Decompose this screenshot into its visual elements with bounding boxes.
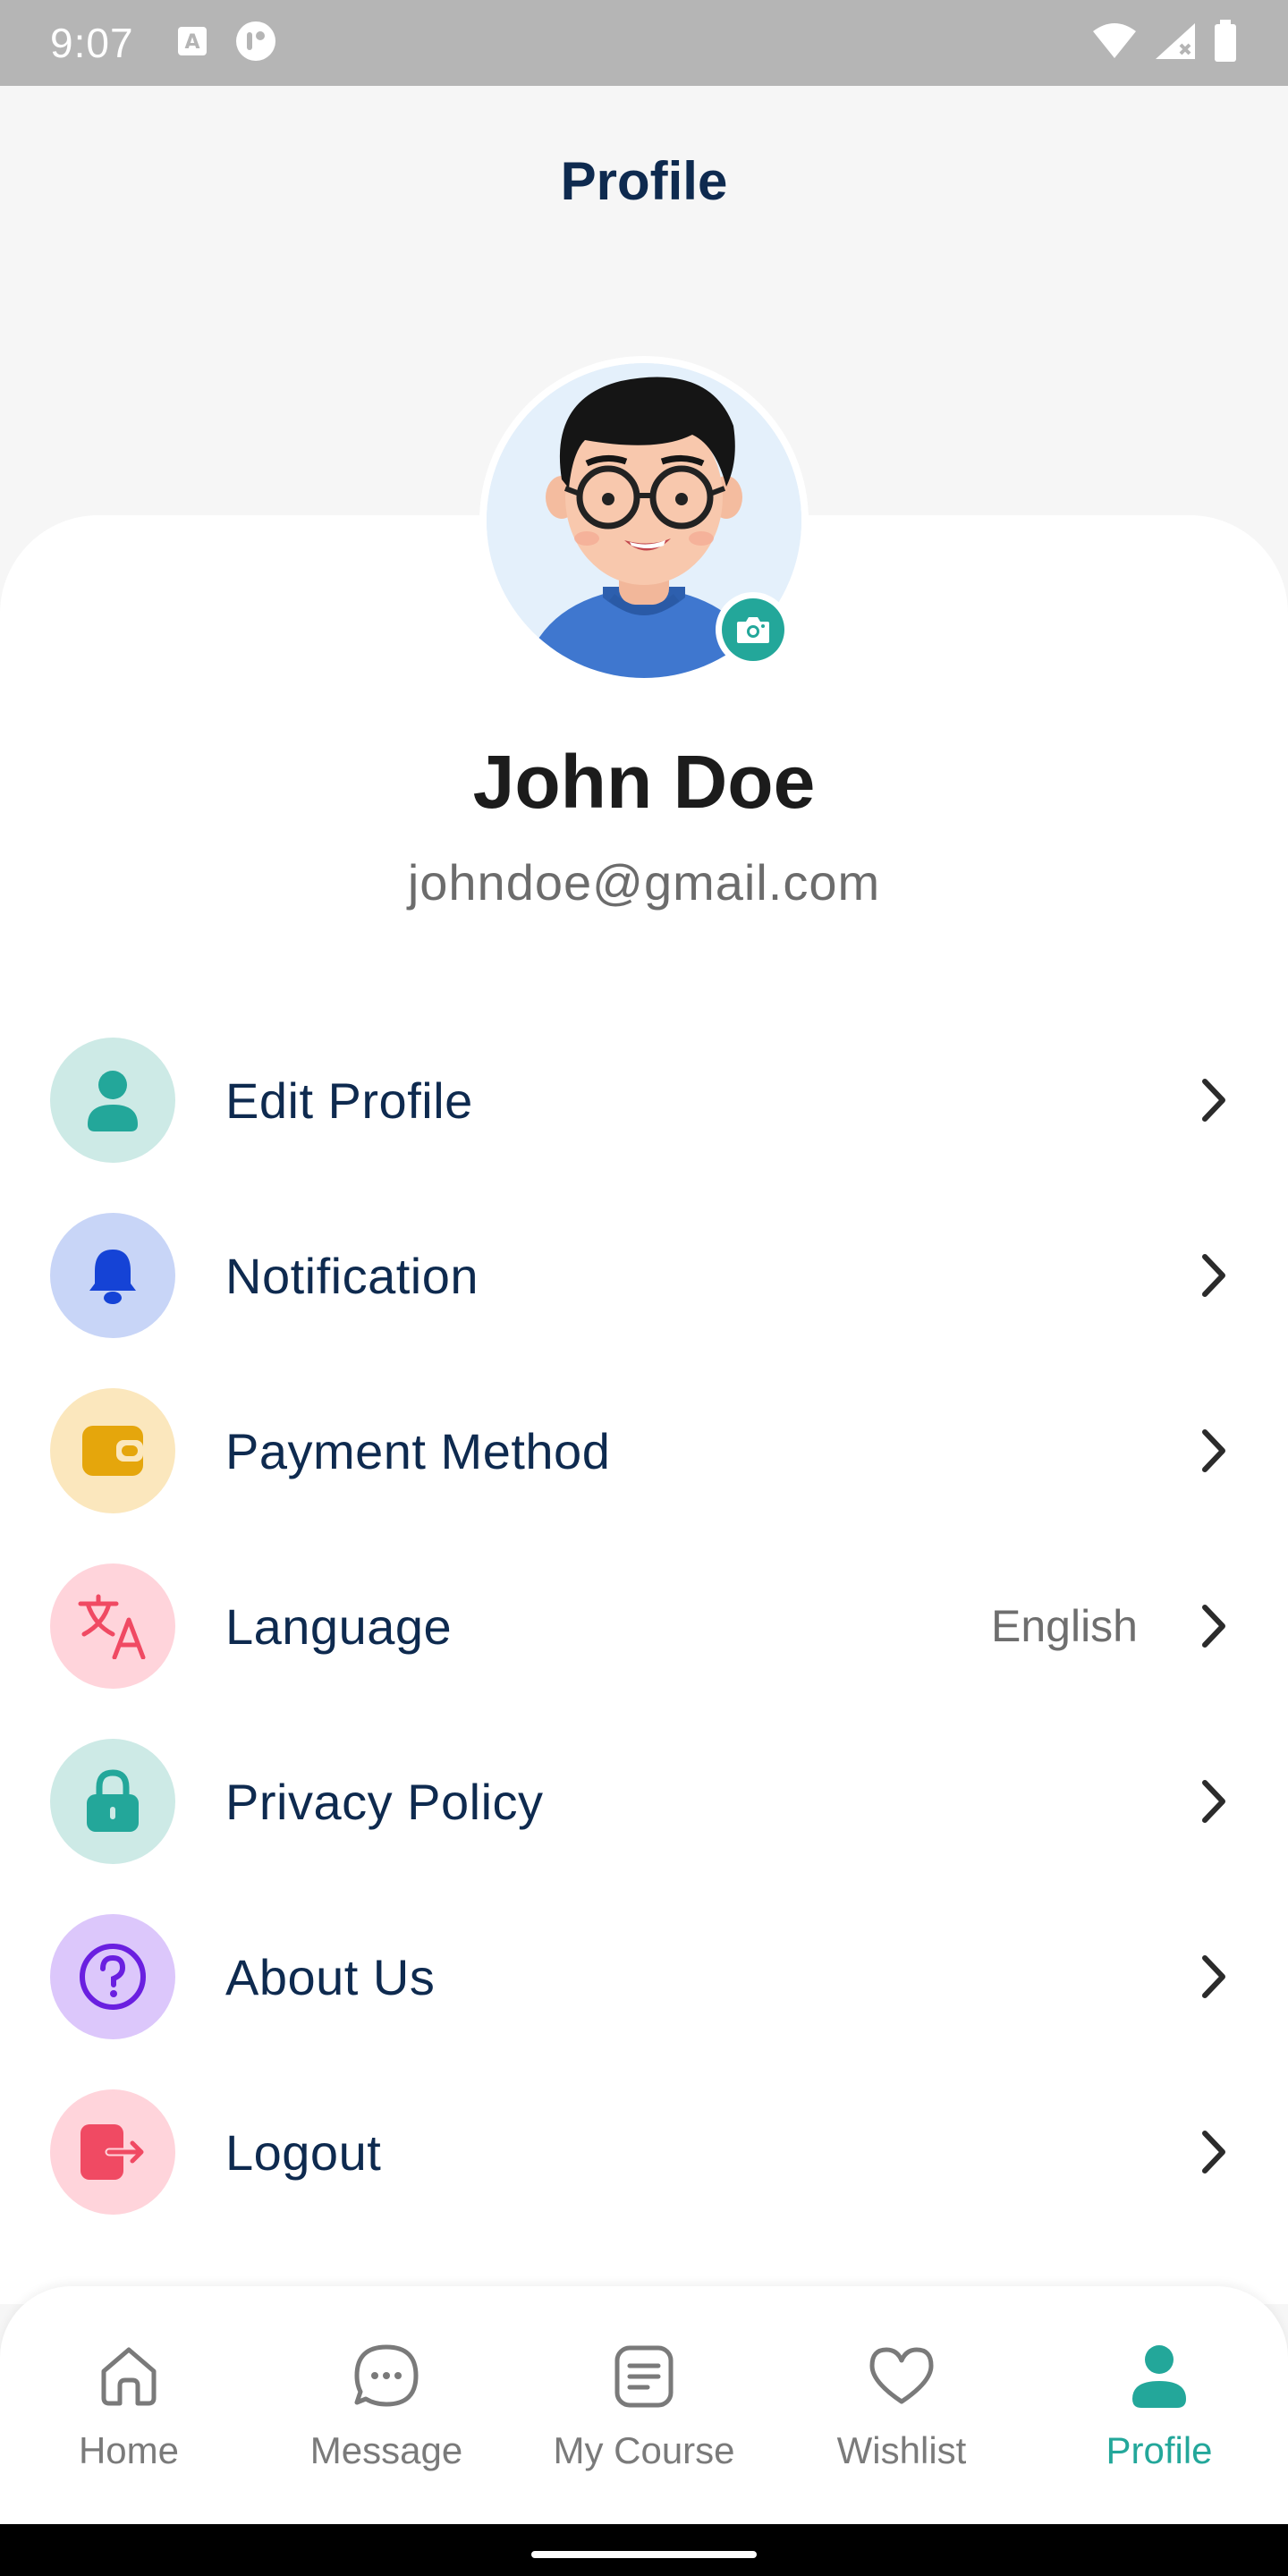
nav-message[interactable]: Message [258, 2340, 515, 2524]
nav-my-course[interactable]: My Course [515, 2340, 773, 2524]
change-photo-button[interactable] [716, 592, 791, 667]
menu-item-label: Privacy Policy [225, 1773, 544, 1830]
a-icon: A [177, 26, 208, 61]
message-icon [353, 2340, 419, 2413]
language-value: English [991, 1601, 1138, 1651]
battery-icon [1213, 19, 1238, 67]
nav-label: Profile [1106, 2429, 1213, 2471]
user-email: johndoe@gmail.com [407, 854, 881, 911]
nav-label: Home [78, 2429, 180, 2471]
heart-icon [869, 2340, 935, 2413]
bottom-nav: Home Message My Course Wishlist Profile [0, 2286, 1288, 2524]
menu-item-label: Notification [225, 1247, 479, 1304]
menu-item-logout[interactable]: Logout [0, 2064, 1288, 2240]
help-icon [50, 1914, 175, 2039]
menu-item-edit-profile[interactable]: Edit Profile [0, 1013, 1288, 1188]
status-time: 9:07 [50, 20, 134, 66]
nav-label: Message [309, 2429, 463, 2471]
course-icon [614, 2340, 674, 2413]
person-icon [50, 1038, 175, 1163]
menu-item-label: Edit Profile [225, 1072, 473, 1129]
wifi-icon [1091, 22, 1138, 64]
wallet-icon [50, 1388, 175, 1513]
logout-icon [50, 2089, 175, 2215]
system-navigation-bar [0, 2524, 1288, 2576]
chevron-right-icon [1191, 1950, 1234, 2004]
nav-wishlist[interactable]: Wishlist [773, 2340, 1030, 2524]
chevron-right-icon [1191, 1599, 1234, 1653]
settings-menu: Edit Profile Notification Payment Method… [0, 1013, 1288, 2240]
chevron-right-icon [1191, 1424, 1234, 1478]
nav-home[interactable]: Home [0, 2340, 258, 2524]
page-title: Profile [560, 151, 728, 211]
cast-icon [234, 20, 277, 67]
home-indicator[interactable] [531, 2551, 757, 2558]
menu-item-notification[interactable]: Notification [0, 1188, 1288, 1363]
svg-text:A: A [184, 31, 199, 54]
nav-label: My Course [553, 2429, 735, 2471]
profile-icon [1131, 2340, 1188, 2413]
translate-icon [50, 1563, 175, 1689]
chevron-right-icon [1191, 1249, 1234, 1302]
camera-icon [722, 598, 784, 661]
menu-item-label: About Us [225, 1948, 436, 2005]
bell-icon [50, 1213, 175, 1338]
chevron-right-icon [1191, 1775, 1234, 1828]
signal-icon [1154, 21, 1197, 65]
menu-item-language[interactable]: Language English [0, 1538, 1288, 1714]
chevron-right-icon [1191, 1073, 1234, 1127]
status-bar: 9:07 A [0, 0, 1288, 86]
menu-item-label: Payment Method [225, 1422, 611, 1479]
home-icon [97, 2340, 161, 2413]
chevron-right-icon [1191, 2125, 1234, 2179]
lock-icon [50, 1739, 175, 1864]
menu-item-about-us[interactable]: About Us [0, 1889, 1288, 2064]
menu-item-label: Language [225, 1597, 453, 1655]
menu-item-payment-method[interactable]: Payment Method [0, 1363, 1288, 1538]
menu-item-privacy-policy[interactable]: Privacy Policy [0, 1714, 1288, 1889]
nav-label: Wishlist [836, 2429, 967, 2471]
nav-profile[interactable]: Profile [1030, 2340, 1288, 2524]
menu-item-label: Logout [225, 2123, 382, 2181]
user-name: John Doe [472, 740, 816, 824]
